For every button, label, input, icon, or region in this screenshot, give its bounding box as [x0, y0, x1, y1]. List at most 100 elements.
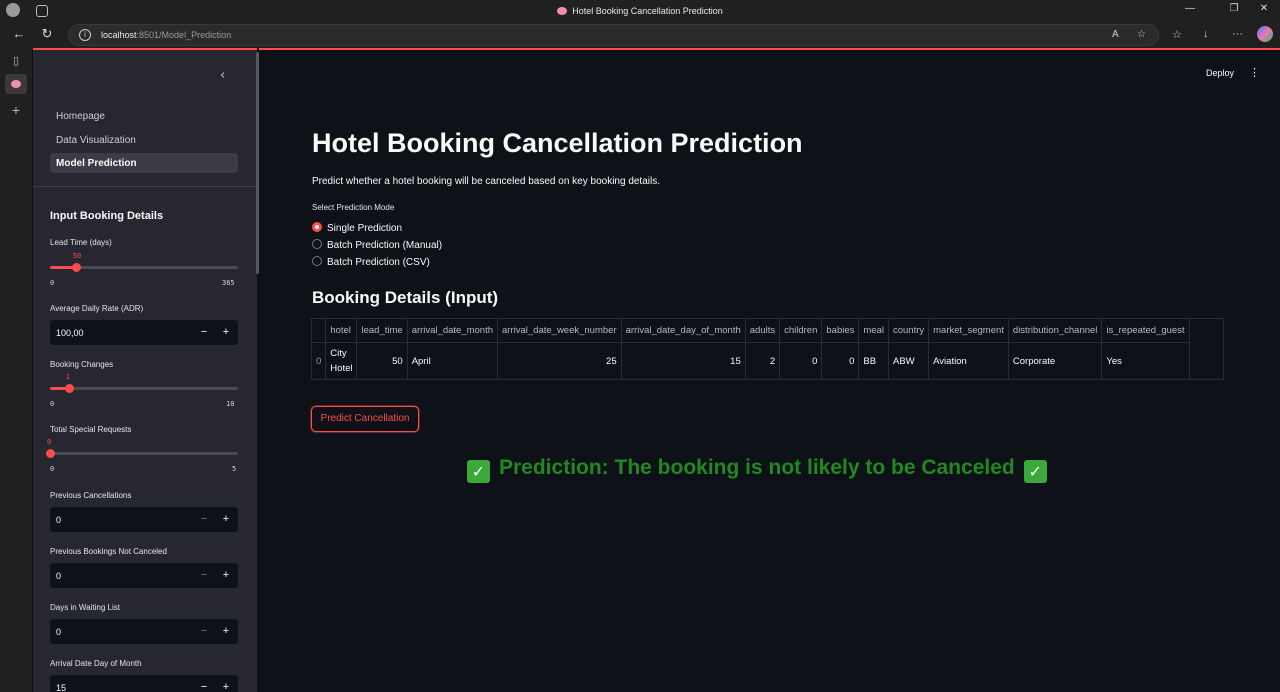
column-header[interactable]: children: [779, 319, 823, 343]
table-cell[interactable]: April: [407, 342, 499, 379]
column-header[interactable]: country: [888, 319, 930, 343]
table-cell[interactable]: ABW: [888, 342, 930, 379]
waiting-list-input[interactable]: 0 − +: [50, 619, 238, 644]
column-header[interactable]: [312, 319, 327, 343]
main-menu-icon[interactable]: ⋮: [1249, 66, 1260, 79]
copilot-icon[interactable]: [1257, 26, 1273, 42]
arrival-day-label: Arrival Date Day of Month: [50, 659, 142, 668]
column-header[interactable]: is_repeated_guest: [1101, 319, 1190, 343]
special-requests-slider[interactable]: 0: [46, 438, 238, 458]
slider-thumb[interactable]: [64, 384, 74, 393]
favorite-star-icon[interactable]: ☆: [1137, 29, 1146, 40]
arrival-day-input[interactable]: 15 − +: [50, 675, 238, 692]
increment-button[interactable]: +: [220, 625, 232, 637]
increment-button[interactable]: +: [220, 569, 232, 581]
table-header-row: hotel lead_time arrival_date_month arriv…: [312, 319, 1190, 343]
prev-not-canceled-input[interactable]: 0 − +: [50, 563, 238, 588]
increment-button[interactable]: +: [220, 513, 232, 525]
slider-max: 10: [226, 400, 235, 408]
table-cell[interactable]: Corporate: [1008, 342, 1103, 379]
favorites-icon[interactable]: ☆: [1172, 28, 1182, 41]
nav-data-visualization[interactable]: Data Visualization: [50, 130, 238, 150]
adr-increment-button[interactable]: +: [220, 326, 232, 338]
booking-details-table[interactable]: hotel lead_time arrival_date_month arriv…: [311, 318, 1224, 380]
prev-cancellations-value[interactable]: 0: [56, 515, 61, 525]
table-cell[interactable]: 15: [621, 342, 746, 379]
nav-homepage[interactable]: Homepage: [50, 106, 238, 126]
table-row: 0 City Hotel 50 April 25 15 2 0 0 BB ABW…: [312, 342, 1190, 379]
adr-input[interactable]: 100,00 − +: [50, 320, 238, 345]
booking-changes-slider[interactable]: 1: [50, 373, 238, 393]
section-title: Booking Details (Input): [312, 288, 499, 307]
slider-thumb[interactable]: [71, 263, 81, 272]
waiting-list-value[interactable]: 0: [56, 627, 61, 637]
url-text[interactable]: localhost:8501/Model_Prediction: [101, 30, 231, 40]
slider-thumb[interactable]: [46, 449, 55, 458]
table-cell[interactable]: BB: [858, 342, 889, 379]
increment-button[interactable]: +: [220, 681, 232, 692]
active-tab-icon[interactable]: [5, 74, 27, 94]
slider-min: 0: [50, 279, 55, 287]
table-cell[interactable]: Aviation: [928, 342, 1009, 379]
deploy-button[interactable]: Deploy: [1206, 68, 1234, 78]
column-header[interactable]: lead_time: [356, 319, 408, 343]
decrement-button[interactable]: −: [198, 513, 210, 525]
arrival-day-value[interactable]: 15: [56, 683, 66, 692]
close-window-button[interactable]: ✕: [1254, 3, 1274, 14]
radio-unselected-icon[interactable]: [312, 239, 322, 249]
row-index[interactable]: 0: [312, 342, 327, 379]
predict-cancellation-button[interactable]: Predict Cancellation: [311, 406, 419, 432]
reload-icon[interactable]: ↻: [38, 26, 56, 42]
restore-button[interactable]: ❐: [1224, 3, 1244, 14]
slider-value: 50: [72, 252, 82, 260]
column-header[interactable]: arrival_date_day_of_month: [621, 319, 746, 343]
table-cell[interactable]: Yes: [1101, 342, 1190, 379]
table-cell[interactable]: City Hotel: [325, 342, 358, 379]
prediction-result: ✓ Prediction: The booking is not likely t…: [467, 456, 1047, 483]
new-tab-icon[interactable]: +: [8, 102, 24, 118]
column-header[interactable]: distribution_channel: [1008, 319, 1103, 343]
adr-value[interactable]: 100,00: [56, 328, 84, 338]
back-icon[interactable]: ←: [10, 26, 28, 41]
radio-unselected-icon[interactable]: [312, 256, 322, 266]
column-header[interactable]: babies: [821, 319, 860, 343]
tab-actions-icon[interactable]: ▯: [8, 54, 24, 70]
lead-time-slider[interactable]: 50: [50, 252, 238, 272]
collapse-sidebar-icon[interactable]: ‹: [220, 68, 225, 83]
prediction-result-text: Prediction: The booking is not likely to…: [499, 456, 1015, 479]
downloads-icon[interactable]: ↓: [1203, 28, 1209, 40]
radio-batch-csv[interactable]: Batch Prediction (CSV): [312, 256, 430, 268]
radio-selected-icon[interactable]: [312, 222, 322, 232]
decrement-button[interactable]: −: [198, 625, 210, 637]
table-cell[interactable]: 2: [745, 342, 781, 379]
table-cell[interactable]: 50: [356, 342, 408, 379]
adr-label: Average Daily Rate (ADR): [50, 304, 144, 313]
site-info-icon[interactable]: i: [79, 29, 91, 41]
column-header[interactable]: arrival_date_week_number: [497, 319, 622, 343]
radio-single-prediction[interactable]: Single Prediction: [312, 222, 402, 234]
browser-toolbar: ← ↻ i localhost:8501/Model_Prediction A …: [0, 22, 1280, 48]
table-cell[interactable]: 25: [497, 342, 622, 379]
prev-cancellations-input[interactable]: 0 − +: [50, 507, 238, 532]
page-description: Predict whether a hotel booking will be …: [312, 176, 660, 187]
decrement-button[interactable]: −: [198, 569, 210, 581]
adr-decrement-button[interactable]: −: [198, 326, 210, 338]
column-header[interactable]: market_segment: [928, 319, 1009, 343]
table-cell[interactable]: 0: [821, 342, 860, 379]
column-header[interactable]: arrival_date_month: [407, 319, 499, 343]
minimize-button[interactable]: —: [1180, 3, 1200, 14]
column-header[interactable]: meal: [858, 319, 889, 343]
radio-batch-manual[interactable]: Batch Prediction (Manual): [312, 239, 442, 251]
column-header[interactable]: adults: [745, 319, 781, 343]
address-bar[interactable]: i localhost:8501/Model_Prediction A ☆: [68, 24, 1159, 46]
prev-not-canceled-label: Previous Bookings Not Canceled: [50, 547, 167, 556]
column-header[interactable]: hotel: [325, 319, 358, 343]
nav-model-prediction[interactable]: Model Prediction: [50, 153, 238, 173]
table-cell[interactable]: 0: [779, 342, 823, 379]
slider-value: 0: [47, 438, 52, 446]
decrement-button[interactable]: −: [198, 681, 210, 692]
slider-min: 0: [50, 400, 55, 408]
prev-not-canceled-value[interactable]: 0: [56, 571, 61, 581]
read-aloud-icon[interactable]: A: [1112, 29, 1119, 40]
more-options-icon[interactable]: ···: [1232, 28, 1243, 40]
